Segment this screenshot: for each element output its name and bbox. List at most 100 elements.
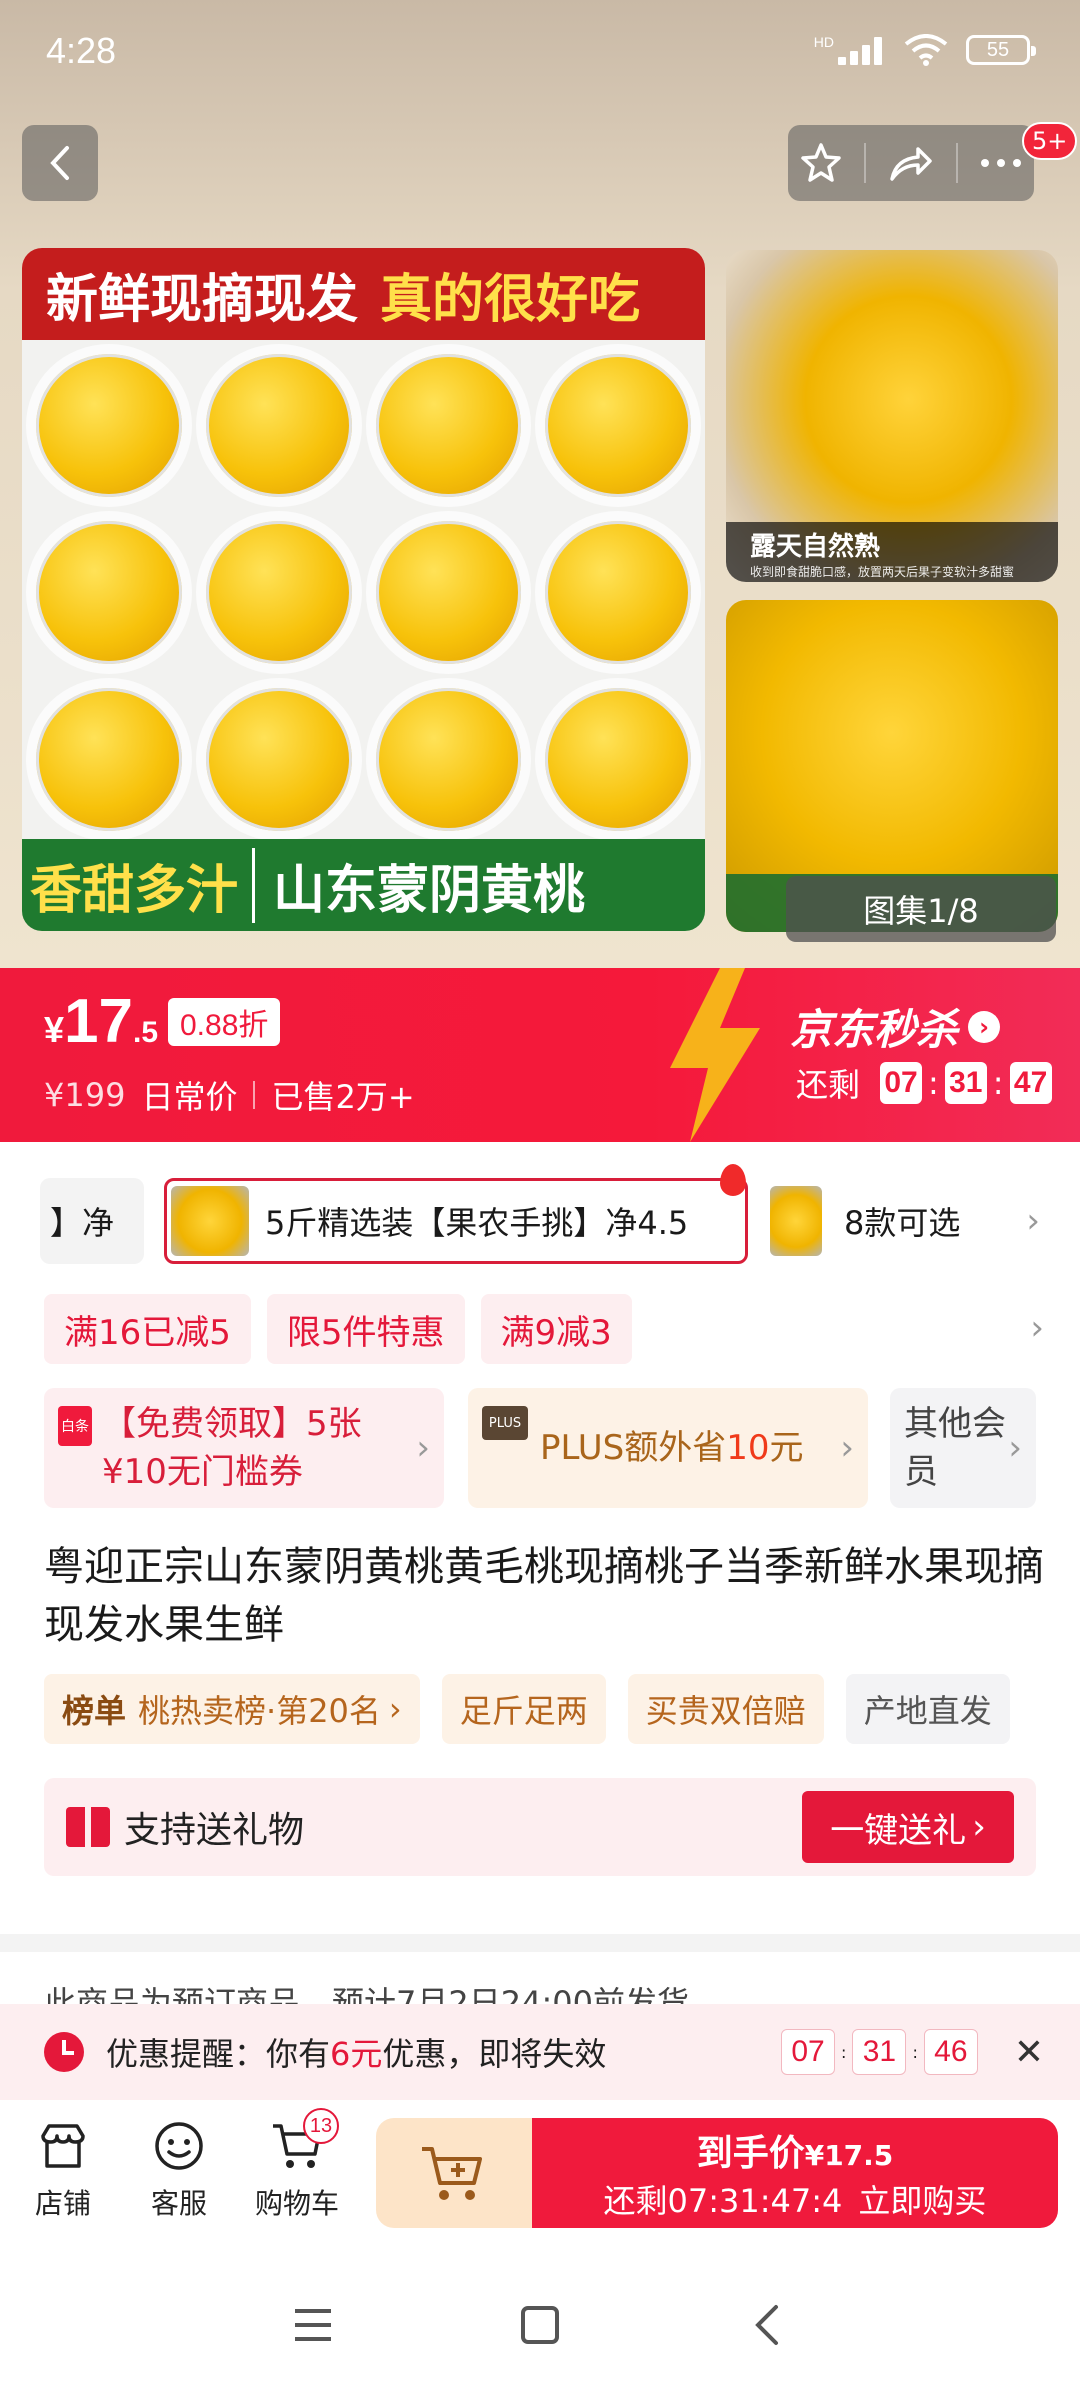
product-gallery: 4:28 HD 55 5+ 新鲜现摘现发 真的很好吃 香甜多汁 山东蒙阴黄桃 露… [0, 0, 1080, 968]
close-icon[interactable]: ✕ [1014, 2032, 1044, 2073]
back-button[interactable] [22, 125, 98, 201]
sku-selector: 】净 5斤精选装【果农手挑】净4.5 8款可选 › [0, 1164, 1080, 1270]
promo-tag[interactable]: 满9减3 [480, 1294, 632, 1364]
seckill-title[interactable]: 京东秒杀 › [790, 996, 1001, 1057]
price-subline: ¥199 日常价 已售2万+ [44, 1072, 415, 1118]
price-decimal: .5 [133, 1016, 159, 1049]
back-nav-button[interactable] [737, 2295, 797, 2355]
peach [535, 678, 701, 841]
promotion-row[interactable]: 满16已减5 限5件特惠 满9减3 › [44, 1294, 1044, 1364]
coupon-text: 【免费领取】5张¥10无门槛券 [102, 1404, 362, 1492]
peach [195, 511, 362, 674]
other-member-card[interactable]: 其他会员 › [890, 1388, 1036, 1508]
reminder-prefix: 优惠提醒：你有 [106, 2035, 331, 2073]
home-nav-button[interactable] [510, 2295, 570, 2355]
store-button[interactable]: 店铺 [18, 2118, 108, 2222]
chevron-left-icon [50, 146, 69, 180]
plus-icon: PLUS [482, 1406, 528, 1440]
bottom-action-bar: 店铺 客服 13 购物车 到手价¥17.5 还剩07:31:47:4 立即购买 [0, 2100, 1080, 2250]
gift-label: 支持送礼物 [124, 1810, 305, 1851]
store-label: 店铺 [34, 2187, 91, 2220]
send-gift-button[interactable]: 一键送礼 › [802, 1791, 1014, 1863]
banner-text: 香甜多汁 [22, 847, 256, 923]
hot-flame-icon [720, 1164, 746, 1196]
sku-option-selected[interactable]: 5斤精选装【果农手挑】净4.5 [164, 1178, 748, 1264]
free-coupon-card[interactable]: 白条 【免费领取】5张¥10无门槛券 › [44, 1388, 444, 1508]
add-cart-icon [422, 2147, 482, 2200]
seckill-label: 京东秒杀 [790, 1005, 959, 1054]
promo-tag[interactable]: 满16已减5 [44, 1294, 251, 1364]
countdown-hours: 07 [781, 2029, 836, 2075]
feature-tag[interactable]: 足斤足两 [441, 1674, 606, 1744]
feature-tag[interactable]: 产地直发 [845, 1674, 1010, 1744]
plus-amount: 10 [726, 1428, 770, 1468]
gallery-counter[interactable]: 图集1/8 [786, 876, 1056, 942]
product-title: 粤迎正宗山东蒙阴黄桃黄毛桃现摘桃子当季新鲜水果现摘现发水果生鲜 [44, 1544, 1044, 1648]
sku-more-label: 8款可选 [844, 1204, 961, 1242]
buy-subline: 还剩07:31:47:4 立即购买 [604, 2176, 987, 2222]
reminder-message: 优惠提醒：你有6元优惠，即将失效 [106, 2029, 781, 2075]
discount-reminder: 优惠提醒：你有6元优惠，即将失效 07: 31: 46 ✕ [0, 2004, 1080, 2100]
service-label: 客服 [150, 2187, 207, 2220]
currency: ¥ [44, 1009, 65, 1050]
section-divider [0, 1934, 1080, 1952]
service-icon [155, 2122, 203, 2170]
countdown-label: 还剩 [796, 1066, 861, 1104]
gift-support-row: 支持送礼物 一键送礼 › [44, 1778, 1036, 1876]
top-action-group [788, 125, 1034, 201]
original-price-label: 日常价 [141, 1078, 238, 1116]
more-icon[interactable] [979, 157, 1023, 169]
buy-now-button[interactable]: 到手价¥17.5 还剩07:31:47:4 立即购买 [532, 2118, 1058, 2228]
customer-service-button[interactable]: 客服 [134, 2118, 224, 2222]
price-band: ¥ 17 .5 0.88折 ¥199 日常价 已售2万+ 京东秒杀 › 还剩 0… [0, 968, 1080, 1142]
add-to-cart-button[interactable] [376, 2118, 532, 2228]
feature-tag[interactable]: 买贵双倍赔 [627, 1674, 824, 1744]
ranking-tag[interactable]: 榜单 桃热卖榜·第20名 › [44, 1674, 420, 1744]
chevron-right-icon: › [968, 1010, 1001, 1043]
menu-nav-button[interactable] [283, 2295, 343, 2355]
gallery-thumb-1[interactable]: 露天自然熟 收到即食甜脆口感，放置两天后果子变软汁多甜蜜 [726, 250, 1058, 582]
reminder-amount: 6元 [330, 2035, 383, 2073]
store-icon [41, 2124, 85, 2168]
caption-title: 露天自然熟 [750, 532, 881, 562]
wifi-icon [904, 34, 948, 66]
status-bar: 4:28 HD 55 [0, 0, 1080, 110]
peach [535, 344, 701, 507]
divider [955, 143, 958, 183]
buy-countdown: 还剩07:31:47:4 [603, 2182, 843, 2220]
countdown-minutes: 31 [944, 1062, 987, 1104]
price-integer: 17 [64, 987, 133, 1056]
banner-highlight: 真的很好吃 [380, 269, 641, 330]
menu-icon [295, 2309, 332, 2341]
sku-thumbnail [770, 1186, 822, 1256]
promo-tag[interactable]: 限5件特惠 [266, 1294, 465, 1364]
gift-icon [66, 1807, 110, 1847]
banner-text: 山东蒙阴黄桃 [273, 860, 586, 921]
divider [864, 143, 867, 183]
reminder-countdown: 07: 31: 46 [781, 2029, 978, 2075]
share-icon[interactable] [888, 143, 934, 183]
cart-button[interactable]: 13 购物车 [252, 2108, 342, 2222]
plus-coupon-card[interactable]: PLUS PLUS额外省10元 › [468, 1388, 868, 1508]
peach [26, 678, 192, 841]
peach-photo [22, 340, 705, 845]
chevron-right-icon: › [1030, 1308, 1044, 1348]
sku-more[interactable]: 8款可选 › [770, 1178, 1040, 1264]
favorite-star-icon[interactable] [799, 141, 843, 185]
sku-option-prev[interactable]: 】净 [40, 1178, 144, 1264]
chevron-right-icon: › [388, 1690, 402, 1728]
sold-count: 已售2万+ [271, 1078, 415, 1116]
peach [195, 678, 362, 841]
main-product-image[interactable]: 新鲜现摘现发 真的很好吃 香甜多汁 山东蒙阴黄桃 [22, 248, 705, 931]
buy-price-value: ¥17.5 [804, 2139, 894, 2172]
plus-suffix: 元 [769, 1428, 804, 1468]
chevron-right-icon: › [1008, 1428, 1022, 1468]
chevron-right-icon: › [840, 1428, 854, 1468]
clock-icon [44, 2032, 84, 2072]
system-nav-bar [0, 2250, 1080, 2400]
cart-icon-wrap: 13 [269, 2108, 339, 2174]
peach [365, 344, 532, 507]
reminder-suffix: 优惠，即将失效 [382, 2035, 607, 2073]
banner-text: 新鲜现摘现发 [46, 269, 359, 330]
chevron-right-icon: › [972, 1807, 986, 1847]
